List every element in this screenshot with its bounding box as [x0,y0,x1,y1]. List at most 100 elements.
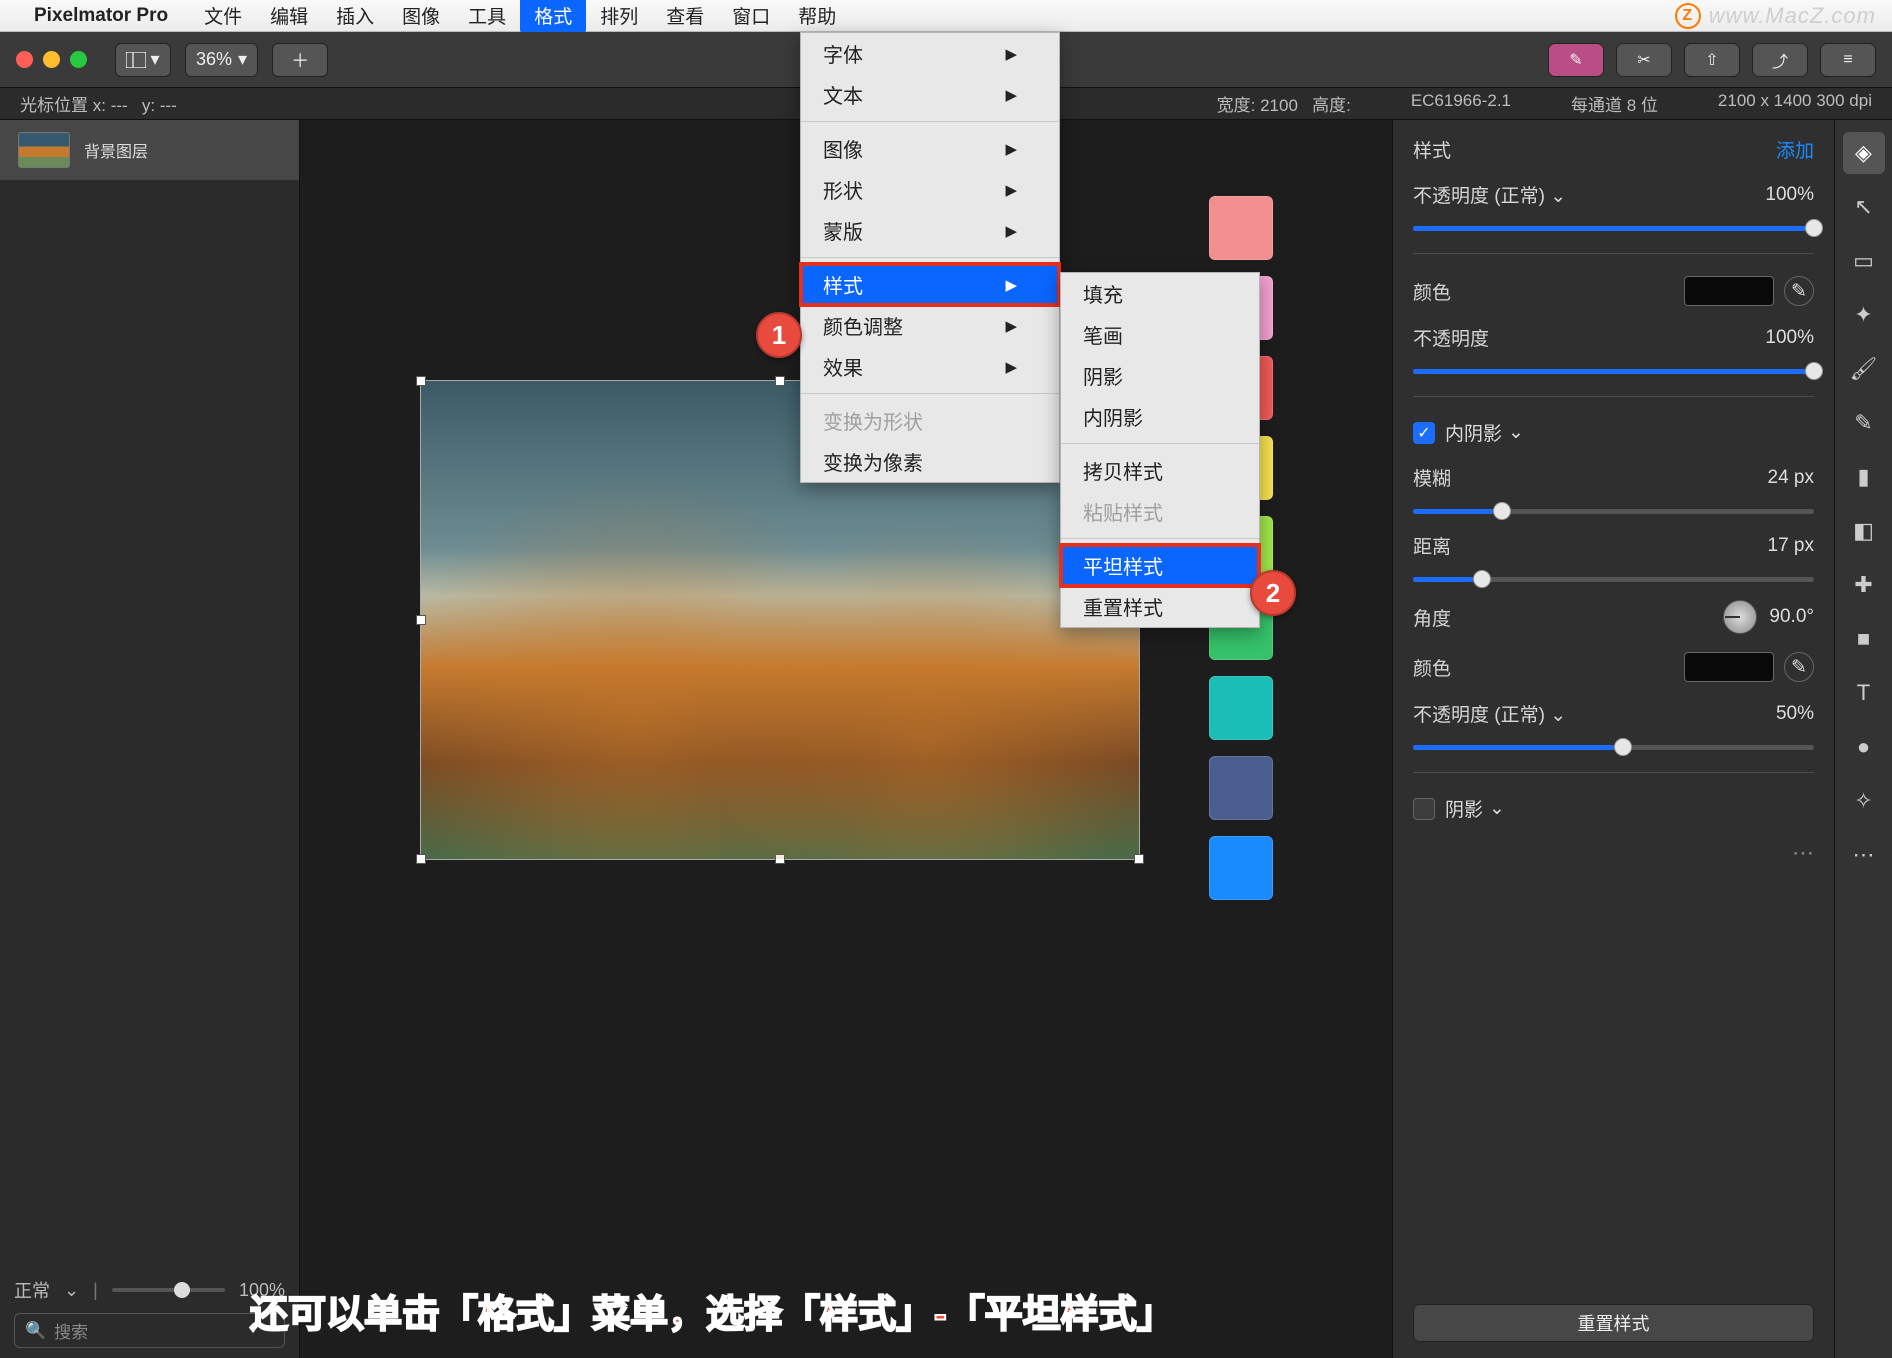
menu-item[interactable]: 样式▶ [801,264,1059,305]
menu-item[interactable]: 颜色调整▶ [801,305,1059,346]
tool-color[interactable]: ● [1843,726,1885,768]
blend-mode-select[interactable]: 正常 [14,1277,50,1303]
menu-edit[interactable]: 编辑 [256,0,322,33]
menu-help[interactable]: 帮助 [784,0,850,33]
tool-style[interactable]: ◈ [1843,132,1885,174]
sidebar-toggle-button[interactable]: ▾ [115,43,171,77]
angle-value: 90.0° [1769,606,1814,628]
opacity2-slider[interactable] [1413,369,1814,374]
chevron-down-icon[interactable]: ⌄ [1550,186,1566,207]
chevron-down-icon[interactable]: ⌄ [1489,797,1505,820]
menu-item[interactable]: 形状▶ [801,169,1059,210]
retouch-tool-button[interactable]: ✎ [1548,43,1604,77]
more-icon[interactable]: ⋯ [1792,840,1814,866]
crop-tool-button[interactable]: ✂ [1616,43,1672,77]
menu-tools[interactable]: 工具 [454,0,520,33]
resize-handle-n[interactable] [775,376,785,386]
resize-handle-se[interactable] [1134,854,1144,864]
tool-fill[interactable]: ▮ [1843,456,1885,498]
maximize-window-button[interactable] [70,51,87,68]
menu-item-label: 拷贝样式 [1083,456,1163,485]
close-window-button[interactable] [16,51,33,68]
shadow-checkbox[interactable]: ✓ [1413,798,1435,820]
format-menu-dropdown: 字体▶文本▶图像▶形状▶蒙版▶样式▶颜色调整▶效果▶变换为形状变换为像素 [800,32,1060,483]
share-button[interactable]: ⤴ [1752,43,1808,77]
add-button[interactable]: ＋ [272,43,328,77]
menu-item[interactable]: 阴影 [1061,355,1259,396]
menu-insert[interactable]: 插入 [322,0,388,33]
cursor-x-label: 光标位置 x: [20,96,106,115]
menu-view[interactable]: 查看 [652,0,718,33]
menu-item[interactable]: 拷贝样式 [1061,450,1259,491]
resize-handle-nw[interactable] [416,376,426,386]
opacity-value: 100% [1765,184,1814,206]
chevron-down-icon[interactable]: ⌄ [1550,705,1566,726]
export-button[interactable]: ⇧ [1684,43,1740,77]
tool-more[interactable]: ⋯ [1843,834,1885,876]
eyedropper-button[interactable]: ✎ [1784,276,1814,306]
menu-item[interactable]: 变换为像素 [801,441,1059,482]
reset-styles-button[interactable]: 重置样式 [1413,1304,1814,1342]
inner-shadow-checkbox[interactable]: ✓ [1413,422,1435,444]
eyedropper-button-2[interactable]: ✎ [1784,652,1814,682]
opacity2-label: 不透明度 [1413,324,1489,351]
adjust-button[interactable]: ≡ [1820,43,1876,77]
search-input[interactable]: 🔍 搜索 [14,1313,285,1348]
resize-handle-sw[interactable] [416,854,426,864]
tool-magic[interactable]: ✦ [1843,294,1885,336]
menu-image[interactable]: 图像 [388,0,454,33]
distance-slider[interactable] [1413,577,1814,582]
menu-item[interactable]: 重置样式 [1061,586,1259,627]
layer-row[interactable]: 背景图层 [0,120,299,180]
add-style-button[interactable]: 添加 [1776,136,1814,163]
opacity3-slider[interactable] [1413,745,1814,750]
minimize-window-button[interactable] [43,51,60,68]
menu-item[interactable]: 蒙版▶ [801,210,1059,251]
angle-dial[interactable] [1723,600,1757,634]
tool-repair[interactable]: ✚ [1843,564,1885,606]
menu-item[interactable]: 平坦样式 [1061,545,1259,586]
shadow-color-well[interactable] [1684,652,1774,682]
layer-opacity-slider[interactable] [112,1288,225,1292]
resize-handle-s[interactable] [775,854,785,864]
menu-format[interactable]: 格式 [520,0,586,33]
preset-swatch[interactable] [1209,836,1273,900]
tool-arrow[interactable]: ↖ [1843,186,1885,228]
tool-select[interactable]: ▭ [1843,240,1885,282]
menu-window[interactable]: 窗口 [718,0,784,33]
tool-effects[interactable]: ✧ [1843,780,1885,822]
preset-swatch[interactable] [1209,756,1273,820]
tool-text[interactable]: T [1843,672,1885,714]
chevron-down-icon[interactable]: ⌄ [1508,421,1524,444]
menu-file[interactable]: 文件 [190,0,256,33]
zoom-control[interactable]: 36%▾ [185,43,258,77]
menu-item[interactable]: 效果▶ [801,346,1059,387]
tool-shape[interactable]: ■ [1843,618,1885,660]
preset-swatch[interactable] [1209,676,1273,740]
menu-item[interactable]: 图像▶ [801,128,1059,169]
tool-eraser[interactable]: ◧ [1843,510,1885,552]
color-profile: EC61966-2.1 [1411,91,1511,116]
preset-swatch[interactable] [1209,196,1273,260]
cursor-y-label: y: [142,96,155,115]
menu-item[interactable]: 填充 [1061,273,1259,314]
menu-item-label: 文本 [823,80,863,109]
menu-arrange[interactable]: 排列 [586,0,652,33]
watermark-badge-icon: Z [1675,3,1701,29]
chevron-down-icon: ⌄ [64,1280,79,1301]
opacity-label: 不透明度 (正常) [1413,186,1545,207]
tool-pen[interactable]: ✎ [1843,402,1885,444]
tool-brush[interactable]: 🖌 [1843,348,1885,390]
menu-item[interactable]: 笔画 [1061,314,1259,355]
opacity-slider[interactable] [1413,226,1814,231]
fill-color-well[interactable] [1684,276,1774,306]
zoom-value: 36% [196,49,232,70]
menu-item-label: 蒙版 [823,216,863,245]
menu-item[interactable]: 文本▶ [801,74,1059,115]
menu-item[interactable]: 内阴影 [1061,396,1259,437]
resize-handle-w[interactable] [416,615,426,625]
menu-item[interactable]: 字体▶ [801,33,1059,74]
arrow-icon: ↖ [1854,194,1872,220]
blur-slider[interactable] [1413,509,1814,514]
menu-item-label: 重置样式 [1083,592,1163,621]
